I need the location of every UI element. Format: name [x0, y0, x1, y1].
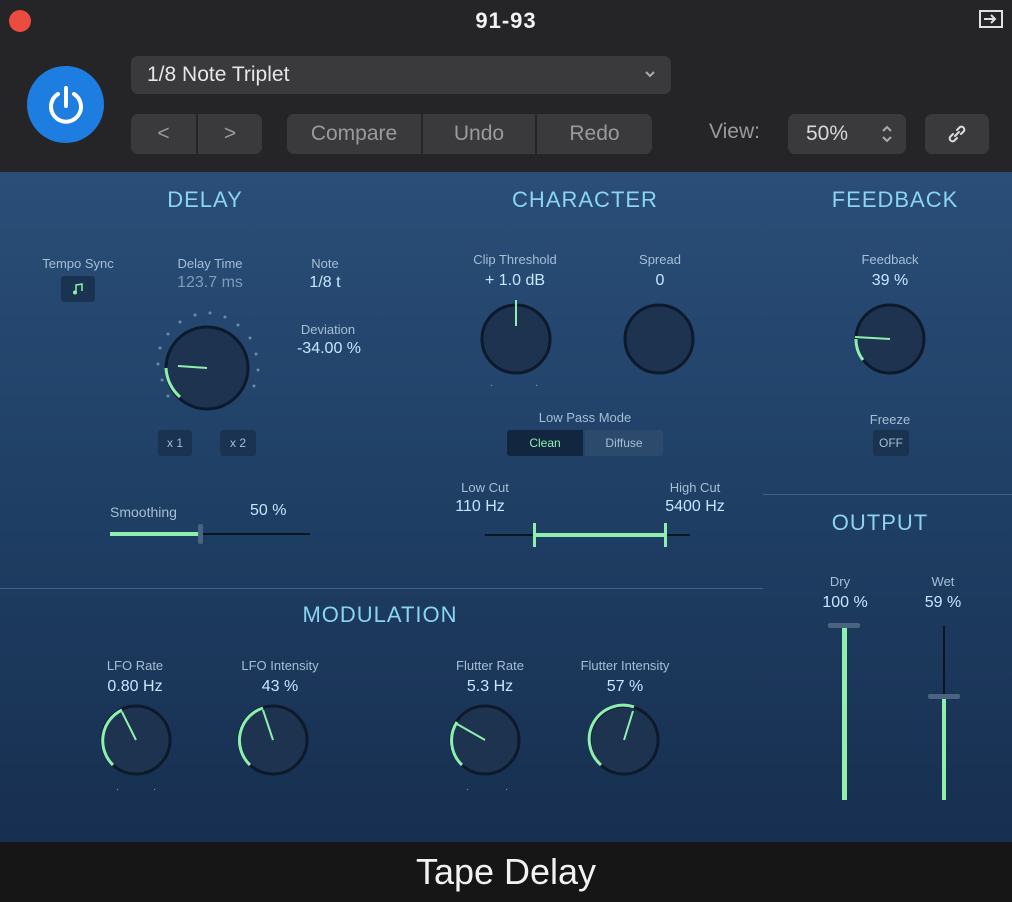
modulation-section-title: MODULATION — [302, 602, 458, 627]
dry-fader[interactable] — [828, 620, 860, 802]
clip-threshold-value: + 1.0 dB — [484, 272, 546, 289]
low-cut-value: 110 Hz — [455, 498, 505, 515]
feedback-value: 39 % — [871, 272, 909, 289]
double-time-button[interactable]: x 2 — [220, 430, 256, 456]
flutter-rate-value: 5.3 Hz — [466, 678, 514, 695]
wet-value: 59 % — [924, 594, 962, 611]
next-preset-button[interactable]: > — [198, 114, 262, 154]
previous-preset-button[interactable]: < — [131, 114, 196, 154]
lfo-intensity-knob[interactable] — [233, 702, 313, 782]
lfo-intensity-value: 43 % — [261, 678, 299, 695]
half-time-button[interactable]: x 1 — [158, 430, 192, 456]
flutter-intensity-value: 57 % — [606, 678, 644, 695]
delay-section-title: DELAY — [167, 187, 243, 212]
output-section-title: OUTPUT — [831, 510, 929, 535]
delay-time-label: Delay Time — [177, 256, 243, 271]
wet-fader[interactable] — [928, 620, 960, 802]
music-note-icon — [73, 283, 83, 295]
lfo-rate-value: 0.80 Hz — [107, 678, 163, 695]
note-label: Note — [311, 256, 339, 271]
link-button[interactable] — [925, 114, 989, 154]
flutter-intensity-knob[interactable] — [584, 702, 664, 782]
power-button[interactable] — [27, 66, 104, 143]
spread-value: 0 — [655, 272, 665, 289]
spread-knob[interactable] — [620, 302, 700, 382]
lfo-rate-min-tick: · — [116, 784, 120, 795]
smoothing-value: 50 % — [250, 502, 287, 519]
chevron-down-icon — [645, 71, 655, 78]
high-cut-label: High Cut — [669, 480, 721, 495]
range-fill — [535, 533, 666, 537]
power-icon — [48, 85, 83, 124]
lfo-intensity-label: LFO Intensity — [241, 658, 319, 673]
freeze-button[interactable]: OFF — [873, 430, 909, 456]
flutter-rate-label: Flutter Rate — [456, 658, 524, 673]
view-label: View: — [709, 120, 760, 143]
wet-fader-track — [943, 626, 945, 698]
low-cut-label: Low Cut — [461, 480, 509, 495]
zoom-stepper[interactable]: 50% — [788, 114, 906, 154]
dry-fader-fill — [842, 628, 847, 800]
smoothing-slider[interactable] — [110, 524, 310, 544]
window-title: 91-93 — [475, 8, 537, 33]
wet-fader-handle[interactable] — [928, 694, 960, 699]
deviation-value: -34.00 % — [296, 340, 362, 357]
plugin-footer: Tape Delay — [0, 842, 1012, 902]
stepper-arrows-icon — [882, 125, 892, 143]
tempo-sync-button[interactable] — [61, 276, 95, 302]
smoothing-label: Smoothing — [110, 504, 177, 520]
lfo-rate-max-tick: · — [153, 784, 157, 795]
undo-button[interactable]: Undo — [423, 114, 535, 154]
clip-min-tick: · — [490, 380, 494, 391]
character-section-title: CHARACTER — [512, 187, 658, 212]
spread-label: Spread — [639, 252, 681, 267]
modulation-divider — [0, 588, 763, 589]
redo-button[interactable]: Redo — [537, 114, 652, 154]
deviation-label: Deviation — [300, 322, 356, 337]
link-icon — [948, 125, 966, 143]
preset-dropdown[interactable]: 1/8 Note Triplet — [131, 56, 671, 94]
flutter-rate-min-tick: · — [466, 784, 470, 795]
freeze-label: Freeze — [869, 412, 911, 427]
clip-max-tick: · — [535, 380, 539, 391]
dry-fader-handle[interactable] — [828, 623, 860, 628]
feedback-knob[interactable] — [850, 302, 932, 382]
preset-label: 1/8 Note Triplet — [147, 63, 290, 86]
plugin-name: Tape Delay — [415, 851, 597, 892]
low-cut-handle[interactable] — [533, 523, 536, 547]
delay-time-value: 123.7 ms — [177, 274, 243, 291]
flutter-rate-knob[interactable] — [445, 702, 525, 782]
plugin-header: 91-93 1/8 Note Triplet < > Compare Undo … — [0, 0, 1012, 172]
dry-value: 100 % — [822, 594, 868, 611]
clip-threshold-label: Clip Threshold — [473, 252, 557, 267]
output-divider — [763, 494, 1012, 495]
high-cut-handle[interactable] — [664, 523, 667, 547]
cut-range-slider[interactable] — [485, 522, 690, 548]
lfo-rate-knob[interactable] — [96, 702, 176, 782]
tempo-sync-label: Tempo Sync — [42, 256, 114, 271]
plugin-panel: DELAY Tempo Sync Delay Time 123.7 ms Not… — [0, 172, 1012, 842]
export-icon[interactable] — [978, 8, 1004, 30]
delay-time-knob[interactable] — [140, 302, 270, 412]
dry-label: Dry — [829, 574, 851, 589]
compare-button[interactable]: Compare — [287, 114, 421, 154]
feedback-section-title: FEEDBACK — [831, 187, 959, 212]
high-cut-value: 5400 Hz — [665, 498, 725, 515]
note-value: 1/8 t — [309, 274, 341, 291]
zoom-value: 50% — [806, 122, 849, 145]
slider-handle[interactable] — [198, 524, 203, 544]
low-pass-mode-label: Low Pass Mode — [538, 410, 632, 425]
flutter-rate-max-tick: · — [505, 784, 509, 795]
wet-fader-fill — [942, 698, 946, 800]
flutter-intensity-label: Flutter Intensity — [580, 658, 670, 673]
slider-fill — [110, 532, 200, 536]
mode-clean-button[interactable]: Clean — [507, 430, 583, 456]
lfo-rate-label: LFO Rate — [106, 658, 164, 673]
feedback-label: Feedback — [861, 252, 919, 267]
mode-diffuse-button[interactable]: Diffuse — [585, 430, 663, 456]
wet-label: Wet — [931, 574, 955, 589]
clip-threshold-knob[interactable] — [475, 294, 555, 384]
